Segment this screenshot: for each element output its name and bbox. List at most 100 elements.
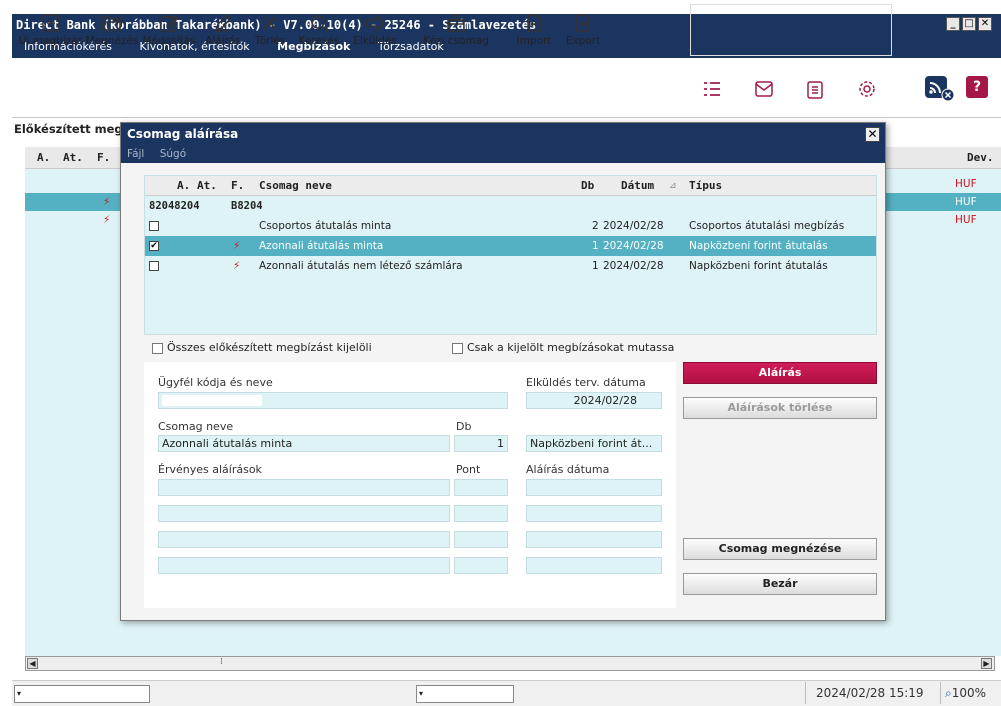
send-date-label: Elküldés terv. dátuma [526, 376, 646, 389]
sort-asc-icon: ⊿ [669, 181, 677, 191]
package-table-header: A. At. F. Csomag neve Db Dátum ⊿ Típus [145, 176, 876, 196]
col-db[interactable]: Db [581, 176, 594, 196]
client-label: Ügyfél kódja és neve [158, 376, 273, 389]
sign-button[interactable]: Aláírás [683, 362, 877, 384]
mail-icon[interactable] [754, 80, 774, 98]
manual-package-button[interactable]: Kézi csomag [404, 0, 508, 58]
col-type[interactable]: Típus [689, 176, 722, 196]
horizontal-scrollbar[interactable]: ◀ ⁞ ▶ [25, 656, 995, 671]
table-row[interactable]: ⚡ Azonnali átutalás nem létező számlára … [145, 256, 876, 276]
flash-icon: ⚡ [103, 196, 111, 208]
import-button[interactable]: Import [508, 0, 560, 58]
col-f[interactable]: F. [97, 147, 110, 169]
status-combo-mid[interactable]: ▾ [416, 685, 514, 703]
close-button[interactable]: Bezár [683, 573, 877, 595]
row-checkbox[interactable] [149, 261, 159, 271]
modify-button[interactable]: Módosítás [140, 0, 198, 58]
package-table: A. At. F. Csomag neve Db Dátum ⊿ Típus 8… [144, 175, 877, 335]
col-a[interactable]: A. [37, 147, 50, 169]
col-dev[interactable]: Dev. [967, 147, 994, 169]
gear-icon[interactable] [857, 79, 877, 99]
signature-point-field [454, 505, 508, 522]
dialog-menu: Fájl Súgó [121, 145, 885, 163]
pen-icon [214, 13, 233, 32]
signature-point-field [454, 531, 508, 548]
prepared-orders-title: Előkészített megb [14, 122, 131, 136]
signature-name-field [158, 557, 450, 574]
edit-icon [160, 14, 179, 32]
signature-date-label: Aláírás dátuma [526, 463, 610, 476]
sign-toolbar-button[interactable]: Aláírás [198, 0, 248, 58]
toolbar [12, 58, 1001, 118]
dialog-title: Csomag aláírása [121, 123, 885, 145]
minimize-button[interactable]: _ [946, 17, 960, 31]
folder-icon [102, 16, 123, 31]
db-label: Db [456, 420, 472, 433]
dialog-menu-file[interactable]: Fájl [127, 148, 144, 160]
col-a[interactable]: A. [177, 176, 190, 196]
scroll-right-icon[interactable]: ▶ [981, 658, 992, 669]
status-datetime: 2024/02/28 15:19 [805, 682, 935, 704]
col-at[interactable]: At. [197, 176, 217, 196]
col-f[interactable]: F. [231, 176, 244, 196]
dialog-close-button[interactable]: ✕ [865, 127, 880, 142]
signature-point-field [454, 479, 508, 496]
signature-date-field [526, 557, 662, 574]
delete-button[interactable]: Törlés [248, 0, 292, 58]
scroll-thumb[interactable]: ⁞ [220, 657, 223, 667]
type-field[interactable]: Napközbeni forint át... [526, 435, 662, 452]
signature-date-field [526, 531, 662, 548]
signature-point-field [454, 557, 508, 574]
signature-date-field [526, 479, 662, 496]
scroll-left-icon[interactable]: ◀ [27, 658, 38, 669]
rss-disabled-icon[interactable] [925, 74, 955, 102]
list-view-icon[interactable] [702, 80, 722, 98]
valid-signatures-label: Érvényes aláírások [158, 463, 262, 476]
import-icon [527, 14, 541, 32]
send-date-field[interactable]: 2024/02/28 [526, 392, 662, 409]
signature-name-field [158, 505, 450, 522]
group-code: 82048204 [149, 200, 200, 212]
send-button[interactable]: Elküldés [346, 0, 404, 58]
export-icon [576, 14, 590, 32]
table-row[interactable]: Csoportos átutalás minta 2 2024/02/28 Cs… [145, 216, 876, 236]
zoom-level[interactable]: ⌕100% [940, 682, 1000, 704]
package-icon [447, 14, 465, 32]
dialog-menu-help[interactable]: Súgó [160, 148, 186, 160]
view-button[interactable]: Megnézés [84, 0, 140, 58]
flash-icon: ⚡ [233, 240, 241, 252]
flash-icon: ⚡ [103, 214, 111, 226]
flash-icon: ⚡ [233, 260, 241, 272]
col-date[interactable]: Dátum [621, 176, 654, 196]
col-at[interactable]: At. [63, 147, 83, 169]
signature-name-field [158, 479, 450, 496]
point-label: Pont [456, 463, 481, 476]
row-checkbox[interactable] [149, 221, 159, 231]
group-row[interactable]: 82048204 B8204 [145, 196, 876, 216]
delete-signatures-button[interactable]: Aláírások törlése [683, 397, 877, 419]
status-combo-left[interactable]: ▾ [14, 685, 150, 703]
new-order-button[interactable]: Új megbízás [18, 0, 84, 58]
group-name: B8204 [231, 200, 263, 212]
row-checkbox-checked[interactable]: ✔ [149, 241, 159, 251]
view-package-button[interactable]: Csomag megnézése [683, 538, 877, 560]
help-icon[interactable]: ? [966, 76, 988, 98]
x-icon [263, 16, 277, 30]
export-button[interactable]: Export [560, 0, 606, 58]
view-switch-group [690, 4, 892, 56]
close-window-button[interactable]: ✕ [978, 17, 992, 31]
select-all-checkbox[interactable] [152, 343, 163, 354]
table-row-selected[interactable]: ✔ ⚡ Azonnali átutalás minta 1 2024/02/28… [145, 236, 876, 256]
signature-date-field [526, 505, 662, 522]
db-field[interactable]: 1 [454, 435, 508, 452]
package-name-field[interactable]: Azonnali átutalás minta [158, 435, 450, 452]
col-package-name[interactable]: Csomag neve [259, 176, 332, 196]
only-selected-checkbox[interactable] [452, 343, 463, 354]
arrow-right-icon [365, 14, 386, 32]
package-name-label: Csomag neve [158, 420, 234, 433]
clipboard-icon[interactable] [806, 79, 824, 99]
maximize-button[interactable]: □ [962, 17, 976, 31]
client-field[interactable] [158, 392, 508, 409]
signature-name-field [158, 531, 450, 548]
search-button[interactable]: Keresés [292, 0, 346, 58]
